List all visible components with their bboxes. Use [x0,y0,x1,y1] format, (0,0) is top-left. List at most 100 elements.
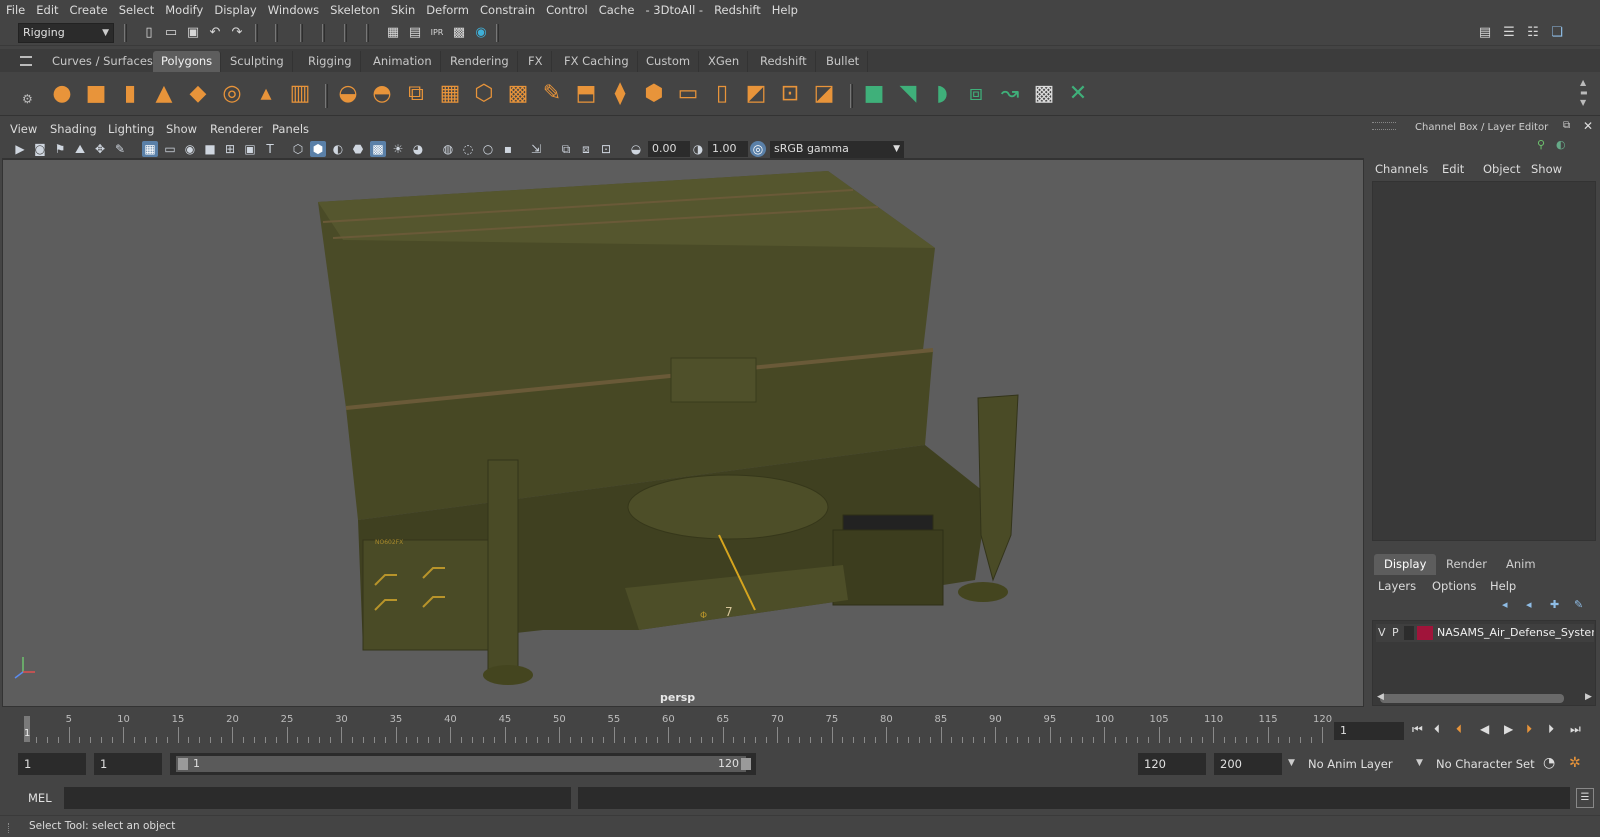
go-to-end-icon[interactable]: ⏭ [1570,722,1581,737]
menu-set-dropdown[interactable]: Rigging ▼ [18,23,114,43]
poly-plane-icon[interactable]: ◆ [184,80,212,108]
current-frame-field[interactable]: 1 [1334,722,1404,740]
menu-redshift[interactable]: Redshift [714,3,761,17]
playback-start-field[interactable]: 1 [94,753,162,775]
gamma-icon[interactable]: ◑ [690,141,706,157]
wireframe-icon[interactable]: ⬡ [290,141,306,157]
menu-3dtoall[interactable]: - 3DtoAll - [645,3,703,17]
bookmark-icon[interactable]: ⚑ [52,141,68,157]
color-space-dropdown[interactable]: sRGB gamma ▼ [770,141,904,158]
shelf-tab-animation[interactable]: Animation [365,51,441,72]
play-backwards-icon[interactable]: ◀ [1480,722,1489,736]
depth-of-field-icon[interactable]: ▪ [500,141,516,157]
poly-torus-icon[interactable]: ◎ [218,80,246,108]
multi-cut-icon[interactable]: ✎ [538,80,566,108]
undo-icon[interactable]: ↶ [206,24,224,42]
insert-edge-loop-icon[interactable]: ▭ [674,80,702,108]
channel-box-menu-edit[interactable]: Edit [1442,162,1464,176]
new-layer-selected-icon[interactable]: ✎ [1574,598,1583,611]
separate-icon[interactable]: ◓ [368,80,396,108]
perspective-viewport[interactable]: NO602FX 7 Φ [2,159,1364,707]
default-lighting-icon[interactable]: ◐ [330,141,346,157]
shelf-menu-icon[interactable] [20,56,32,66]
play-forwards-icon[interactable]: ▶ [1504,722,1513,736]
channel-box-menu-channels[interactable]: Channels [1375,162,1428,176]
color-management-icon[interactable]: ◎ [750,141,766,157]
modeling-toolkit-icon[interactable]: ▤ [1476,24,1494,42]
shelf-tab-redshift[interactable]: Redshift [752,51,816,72]
bridge-icon[interactable]: ▩ [504,80,532,108]
step-forward-key-icon[interactable]: ⏵ [1526,722,1532,737]
grid-icon[interactable]: ▦ [142,141,158,157]
new-layer-icon[interactable]: ✚ [1550,598,1559,611]
spherical-uv-icon[interactable]: ◗ [928,80,956,108]
unfold-uv-icon[interactable]: ↝ [996,80,1024,108]
render-settings-icon[interactable]: ▩ [450,24,468,42]
channel-box-menu-object[interactable]: Object [1483,162,1520,176]
xray-icon[interactable]: ⧉ [558,141,574,157]
shelf-tab-polygons[interactable]: Polygons [153,51,222,72]
xray-joints-icon[interactable]: ⧈ [578,141,594,157]
command-input[interactable] [64,787,571,809]
menu-deform[interactable]: Deform [426,3,469,17]
planar-uv-icon[interactable]: ■ [860,80,888,108]
character-set-dropdown[interactable]: No Character Set [1430,753,1536,775]
menu-display[interactable]: Display [214,3,256,17]
extrude-icon[interactable]: ⬡ [470,80,498,108]
shadows-icon[interactable]: ◕ [410,141,426,157]
channel-box-icon[interactable]: ❏ [1548,24,1566,42]
menu-edit[interactable]: Edit [36,3,58,17]
menu-modify[interactable]: Modify [165,3,203,17]
menu-skin[interactable]: Skin [391,3,415,17]
viewport-menu-lighting[interactable]: Lighting [108,122,154,136]
fill-hole-icon[interactable]: ⬢ [640,80,668,108]
safe-title-icon[interactable]: T [262,141,278,157]
motion-blur-icon[interactable]: ◌ [460,141,476,157]
gamma-field[interactable]: 1.00 [708,141,748,157]
scroll-left-icon[interactable]: ◀ [1377,692,1384,702]
open-scene-icon[interactable]: ▭ [162,24,180,42]
append-polygon-icon[interactable]: ⧫ [606,80,634,108]
move-layer-down-icon[interactable]: ◂ [1526,598,1532,611]
channel-box-menu-show[interactable]: Show [1531,162,1562,176]
safe-action-icon[interactable]: ▣ [242,141,258,157]
viewport-menu-panels[interactable]: Panels [272,122,309,136]
menu-create[interactable]: Create [70,3,108,17]
image-plane-icon[interactable]: ⛰ [72,141,88,157]
offset-edge-loop-icon[interactable]: ▯ [708,80,736,108]
attribute-editor-icon[interactable]: ☰ [1500,24,1518,42]
menu-select[interactable]: Select [119,3,154,17]
film-gate-icon[interactable]: ▭ [162,141,178,157]
anim-layer-dropdown[interactable]: No Anim Layer [1302,753,1414,775]
exposure-field[interactable]: 0.00 [648,141,690,157]
mirror-icon[interactable]: ⧉ [402,80,430,108]
new-scene-icon[interactable]: ▯ [140,24,158,42]
poly-cube-icon[interactable]: ■ [82,80,110,108]
shelf-tab-custom[interactable]: Custom [638,51,700,72]
chevron-down-icon[interactable]: ▼ [1288,758,1295,768]
viewport-menu-renderer[interactable]: Renderer [210,122,263,136]
smooth-shade-icon[interactable]: ⬢ [310,141,326,157]
layer-playback-toggle[interactable]: P [1392,626,1399,639]
range-end-grip[interactable] [741,758,751,770]
screen-space-ao-icon[interactable]: ◍ [440,141,456,157]
poly-sphere-icon[interactable]: ● [48,80,76,108]
shelf-tab-xgen[interactable]: XGen [700,51,749,72]
panel-grip-icon[interactable] [1372,122,1396,130]
shelf-tab-curves-surfaces[interactable]: Curves / Surfaces [44,51,162,72]
viewport-menu-view[interactable]: View [10,122,37,136]
range-start-grip[interactable] [178,758,188,770]
layer-visibility-toggle[interactable]: V [1378,626,1386,639]
channel-box-area[interactable] [1372,181,1596,541]
camera-icon[interactable]: ▶ [12,141,28,157]
shelf-tab-rigging[interactable]: Rigging [300,51,361,72]
layer-menu-options[interactable]: Options [1432,579,1476,593]
shelf-settings-gear-icon[interactable]: ⚙ [22,92,33,106]
menu-control[interactable]: Control [546,3,588,17]
wireframe-on-shaded-icon[interactable]: ⬣ [350,141,366,157]
range-slider-handle[interactable] [176,756,746,772]
cylindrical-uv-icon[interactable]: ◥ [894,80,922,108]
shelf-tab-bullet[interactable]: Bullet [818,51,869,72]
textured-icon[interactable]: ▩ [370,141,386,157]
shelf-tab-fx[interactable]: FX [520,51,552,72]
